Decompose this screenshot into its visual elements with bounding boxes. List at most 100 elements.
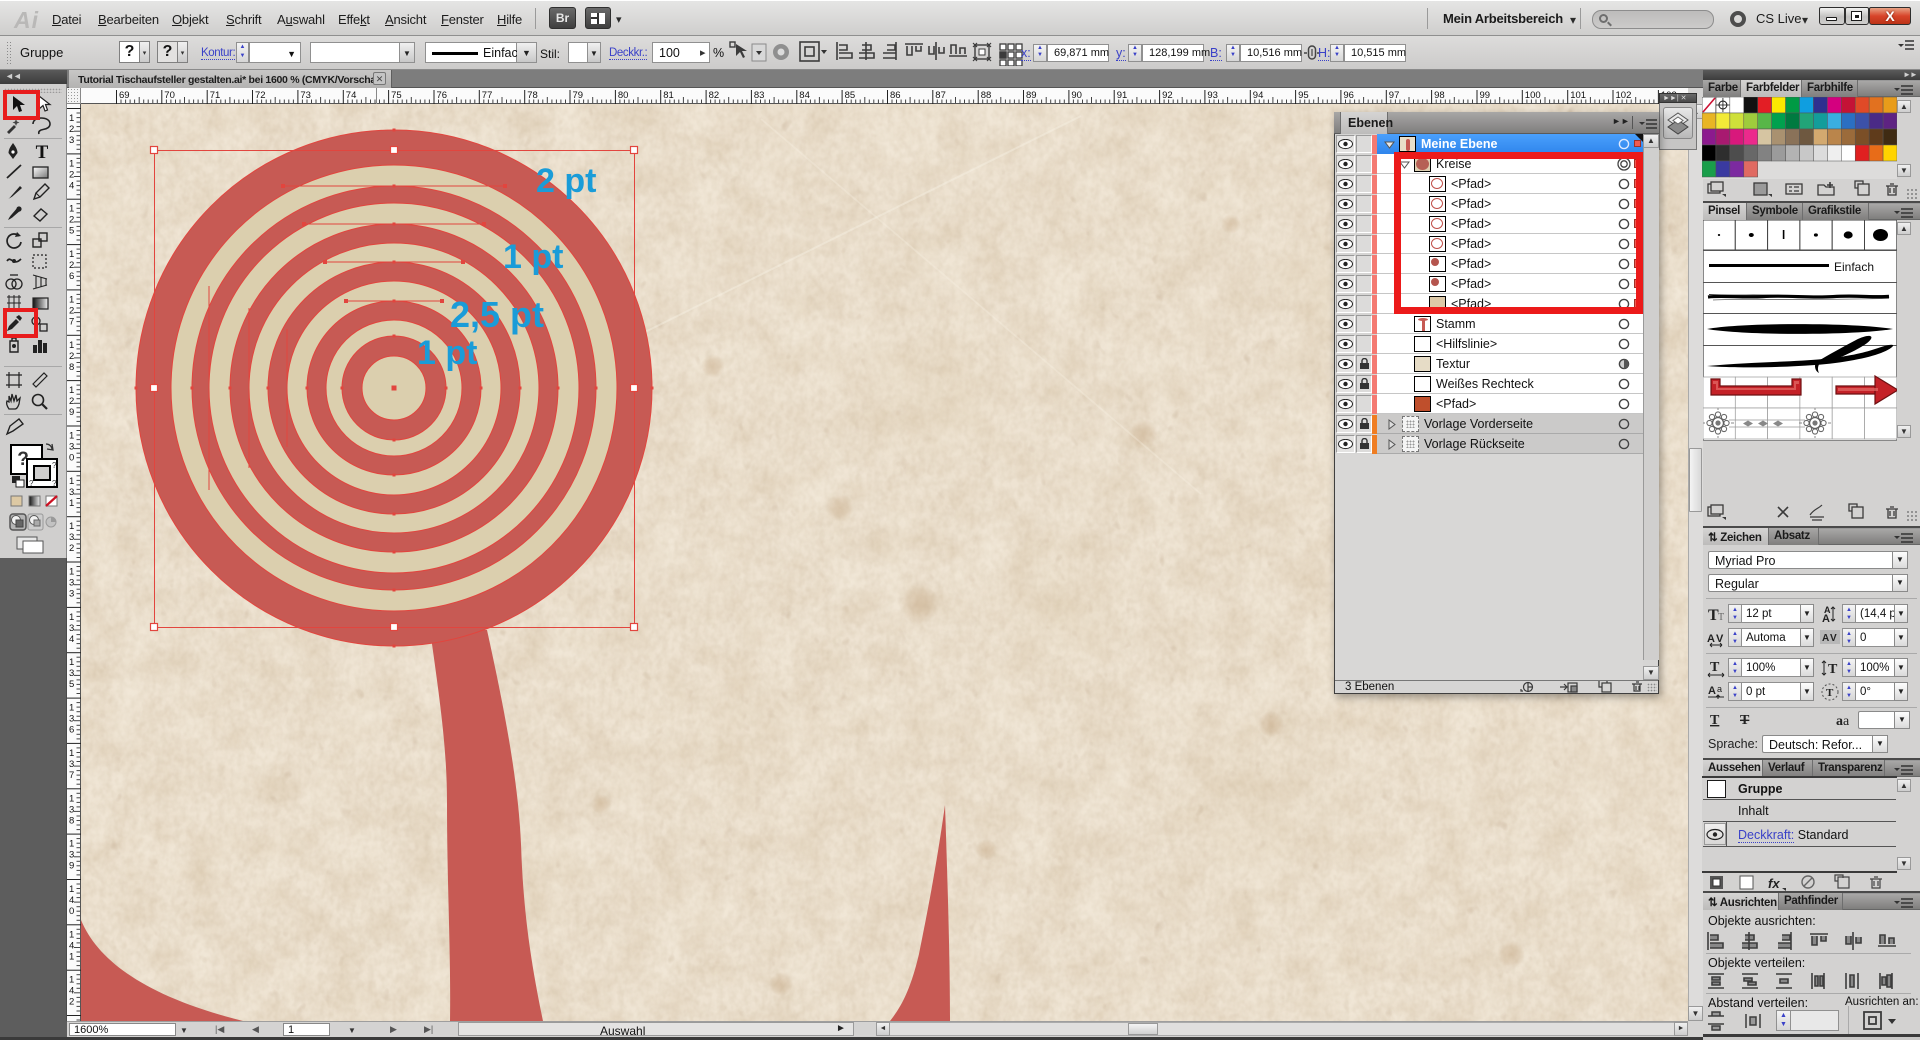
svg-text:4: 4	[69, 895, 74, 906]
svg-text:92: 92	[1162, 90, 1173, 101]
svg-text:fx: fx	[1768, 876, 1780, 891]
svg-text:83: 83	[754, 90, 765, 101]
svg-text:T: T	[1710, 713, 1720, 728]
svg-text:7: 7	[69, 316, 74, 327]
svg-text:1: 1	[69, 929, 74, 940]
svg-text:T: T	[36, 142, 49, 163]
svg-text:T: T	[1710, 660, 1720, 675]
svg-text:84: 84	[799, 90, 810, 101]
svg-text:5: 5	[69, 679, 74, 690]
svg-text:3: 3	[69, 135, 74, 146]
svg-text:78: 78	[527, 90, 538, 101]
svg-text:76: 76	[437, 90, 448, 101]
svg-text:94: 94	[1253, 90, 1264, 101]
svg-text:V: V	[1830, 633, 1837, 644]
svg-text:1: 1	[69, 431, 74, 442]
svg-text:3: 3	[69, 804, 74, 815]
svg-text:3: 3	[69, 578, 74, 589]
svg-text:1: 1	[69, 884, 74, 895]
svg-text:7: 7	[69, 770, 74, 781]
svg-text:3: 3	[69, 487, 74, 498]
svg-text:93: 93	[1207, 90, 1218, 101]
svg-text:2: 2	[69, 124, 74, 135]
svg-text:4: 4	[69, 986, 74, 997]
svg-text:a: a	[1717, 684, 1722, 694]
svg-text:75: 75	[391, 90, 402, 101]
svg-text:A: A	[1708, 685, 1716, 697]
svg-text:1: 1	[69, 975, 74, 986]
svg-text:1: 1	[69, 839, 74, 850]
svg-text:T: T	[1740, 713, 1750, 728]
svg-text:?: ?	[52, 461, 57, 470]
svg-text:1: 1	[69, 204, 74, 215]
svg-text:69: 69	[119, 90, 130, 101]
svg-text:73: 73	[300, 90, 311, 101]
svg-text:9: 9	[69, 861, 74, 872]
svg-text:91: 91	[1117, 90, 1128, 101]
svg-text:1: 1	[69, 498, 74, 509]
svg-text:2,5 pt: 2,5 pt	[450, 294, 544, 335]
svg-text:1: 1	[69, 521, 74, 532]
svg-text:A: A	[1707, 633, 1715, 645]
svg-text:70: 70	[164, 90, 175, 101]
svg-text:2: 2	[69, 215, 74, 226]
svg-text:90: 90	[1071, 90, 1082, 101]
svg-text:3: 3	[69, 589, 74, 600]
svg-text:96: 96	[1343, 90, 1354, 101]
svg-text:2: 2	[69, 396, 74, 407]
svg-text:3: 3	[69, 532, 74, 543]
svg-text:8: 8	[69, 362, 74, 373]
svg-text:1: 1	[69, 567, 74, 578]
svg-text:1: 1	[69, 294, 74, 305]
svg-text:87: 87	[935, 90, 946, 101]
svg-text:6: 6	[69, 725, 74, 736]
svg-text:1: 1	[69, 476, 74, 487]
svg-text:2: 2	[69, 351, 74, 362]
svg-text:97: 97	[1389, 90, 1400, 101]
svg-text:Einfach: Einfach	[1834, 260, 1874, 274]
svg-text:1: 1	[69, 612, 74, 623]
svg-text:80: 80	[618, 90, 629, 101]
svg-text:0: 0	[69, 906, 74, 917]
svg-text:1 pt: 1 pt	[503, 238, 563, 276]
svg-text:2 pt: 2 pt	[536, 162, 596, 200]
svg-text:9: 9	[69, 407, 74, 418]
svg-text:A: A	[1822, 633, 1829, 644]
svg-text:8: 8	[69, 815, 74, 826]
svg-text:3: 3	[69, 759, 74, 770]
svg-text:2: 2	[69, 305, 74, 316]
svg-text:100: 100	[1525, 90, 1541, 101]
svg-text:1: 1	[69, 748, 74, 759]
svg-text:3: 3	[69, 623, 74, 634]
svg-text:3: 3	[69, 850, 74, 861]
svg-text:74: 74	[346, 90, 357, 101]
svg-text:77: 77	[482, 90, 493, 101]
svg-text:?: ?	[52, 479, 57, 488]
svg-text:99: 99	[1480, 90, 1491, 101]
svg-text:98: 98	[1434, 90, 1445, 101]
svg-text:1: 1	[69, 793, 74, 804]
svg-text:1 pt: 1 pt	[417, 334, 477, 372]
svg-text:4: 4	[69, 180, 74, 191]
svg-text:95: 95	[1298, 90, 1309, 101]
svg-text:81: 81	[663, 90, 674, 101]
svg-text:1: 1	[69, 158, 74, 169]
svg-text:1: 1	[69, 951, 74, 962]
svg-text:A: A	[1822, 613, 1830, 624]
svg-text:101: 101	[1570, 90, 1586, 101]
svg-text:T: T	[1826, 687, 1834, 699]
svg-text:T: T	[1828, 662, 1838, 677]
svg-text:89: 89	[1026, 90, 1037, 101]
svg-text:85: 85	[845, 90, 856, 101]
svg-text:1: 1	[69, 249, 74, 260]
svg-text:3: 3	[69, 714, 74, 725]
svg-text:2: 2	[69, 997, 74, 1008]
svg-text:3: 3	[69, 668, 74, 679]
svg-text:86: 86	[890, 90, 901, 101]
svg-text:1: 1	[69, 340, 74, 351]
svg-text:0: 0	[69, 453, 74, 464]
svg-text:?: ?	[29, 479, 34, 488]
svg-text:T: T	[1718, 612, 1724, 623]
svg-text:3: 3	[69, 442, 74, 453]
svg-text:5: 5	[69, 226, 74, 237]
